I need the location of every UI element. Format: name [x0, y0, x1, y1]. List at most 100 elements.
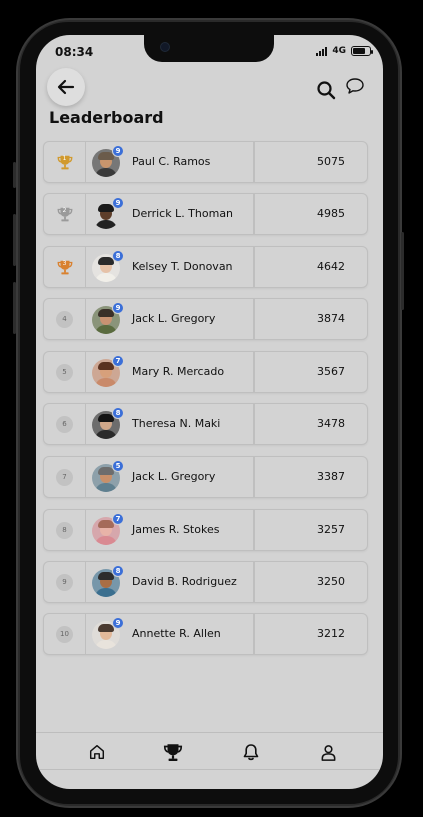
avatar[interactable]: 9 — [92, 197, 124, 229]
app-screen: 08:34 4G Leaderboard 1 9 Paul C. Ramos 5… — [36, 35, 383, 789]
trophy-icon — [163, 744, 183, 762]
rank-cell: 3 — [44, 247, 86, 287]
avatar[interactable]: 8 — [92, 407, 124, 439]
player-score: 3567 — [317, 365, 345, 378]
volume-up-button — [13, 214, 16, 266]
column-divider — [253, 562, 255, 602]
nav-leaderboard[interactable] — [162, 741, 184, 763]
page-title: Leaderboard — [49, 108, 164, 127]
column-divider — [253, 142, 255, 182]
chat-bubble-icon — [346, 78, 364, 94]
player-score: 4985 — [317, 207, 345, 220]
avatar[interactable]: 5 — [92, 460, 124, 492]
level-badge: 9 — [112, 145, 124, 157]
player-name: Theresa N. Maki — [132, 417, 221, 430]
arrow-left-icon — [57, 79, 75, 95]
home-icon — [89, 744, 105, 760]
leaderboard-row[interactable]: 4 9 Jack L. Gregory 3874 — [43, 298, 368, 340]
search-button[interactable] — [315, 79, 337, 101]
rank-badge: 8 — [56, 521, 73, 539]
leaderboard-row[interactable]: 10 9 Annette R. Allen 3212 — [43, 613, 368, 655]
signal-icon — [316, 46, 328, 56]
player-name: Paul C. Ramos — [132, 155, 211, 168]
player-score: 3478 — [317, 417, 345, 430]
column-divider — [253, 614, 255, 654]
leaderboard-row[interactable]: 9 8 David B. Rodriguez 3250 — [43, 561, 368, 603]
network-label: 4G — [332, 46, 346, 56]
rank-cell: 8 — [44, 510, 86, 550]
level-badge: 8 — [112, 250, 124, 262]
avatar[interactable]: 9 — [92, 145, 124, 177]
rank-badge: 9 — [56, 573, 73, 591]
chat-button[interactable] — [344, 75, 366, 97]
rank-cell: 9 — [44, 562, 86, 602]
avatar[interactable]: 8 — [92, 250, 124, 282]
battery-icon — [351, 46, 373, 56]
player-score: 3257 — [317, 523, 345, 536]
rank-cell: 7 — [44, 457, 86, 497]
player-name: James R. Stokes — [132, 523, 220, 536]
leaderboard-row[interactable]: 1 9 Paul C. Ramos 5075 — [43, 141, 368, 183]
player-score: 3250 — [317, 575, 345, 588]
nav-home[interactable] — [86, 741, 108, 763]
avatar[interactable]: 8 — [92, 565, 124, 597]
nav-notifications[interactable] — [240, 741, 262, 763]
leaderboard-row[interactable]: 5 7 Mary R. Mercado 3567 — [43, 351, 368, 393]
player-score: 5075 — [317, 155, 345, 168]
level-badge: 7 — [112, 355, 124, 367]
back-button[interactable] — [47, 68, 85, 106]
profile-icon — [321, 744, 335, 761]
mute-switch — [13, 162, 16, 188]
notch — [144, 35, 274, 62]
rank-badge: 6 — [56, 415, 73, 433]
level-badge: 8 — [112, 565, 124, 577]
column-divider — [253, 194, 255, 234]
player-name: Mary R. Mercado — [132, 365, 225, 378]
leaderboard-row[interactable]: 8 7 James R. Stokes 3257 — [43, 509, 368, 551]
player-name: Derrick L. Thoman — [132, 207, 234, 220]
rank-number: 1 — [62, 155, 67, 162]
avatar[interactable]: 7 — [92, 355, 124, 387]
level-badge: 9 — [112, 197, 124, 209]
column-divider — [253, 299, 255, 339]
leaderboard-row[interactable]: 7 5 Jack L. Gregory 3387 — [43, 456, 368, 498]
volume-down-button — [13, 282, 16, 334]
column-divider — [253, 457, 255, 497]
player-name: Annette R. Allen — [132, 627, 221, 640]
level-badge: 5 — [112, 460, 124, 472]
leaderboard-row[interactable]: 6 8 Theresa N. Maki 3478 — [43, 403, 368, 445]
rank-badge: 10 — [56, 625, 73, 643]
power-button — [401, 232, 404, 310]
player-name: Jack L. Gregory — [132, 312, 216, 325]
level-badge: 7 — [112, 513, 124, 525]
player-name: Kelsey T. Donovan — [132, 260, 233, 273]
leaderboard-row[interactable]: 3 8 Kelsey T. Donovan 4642 — [43, 246, 368, 288]
avatar[interactable]: 9 — [92, 617, 124, 649]
rank-cell: 10 — [44, 614, 86, 654]
front-camera — [160, 42, 170, 52]
rank-number: 3 — [62, 260, 67, 267]
rank-cell: 5 — [44, 352, 86, 392]
player-name: Jack L. Gregory — [132, 470, 216, 483]
player-score: 3212 — [317, 627, 345, 640]
avatar[interactable]: 7 — [92, 513, 124, 545]
rank-badge: 7 — [56, 468, 73, 486]
rank-badge: 5 — [56, 363, 73, 381]
column-divider — [253, 404, 255, 444]
rank-badge: 4 — [56, 310, 73, 328]
rank-cell: 1 — [44, 142, 86, 182]
search-icon — [317, 81, 336, 100]
leaderboard-row[interactable]: 2 9 Derrick L. Thoman 4985 — [43, 193, 368, 235]
player-score: 3387 — [317, 470, 345, 483]
nav-profile[interactable] — [317, 741, 339, 763]
status-time: 08:34 — [55, 45, 94, 59]
player-name: David B. Rodriguez — [132, 575, 237, 588]
rank-cell: 4 — [44, 299, 86, 339]
avatar[interactable]: 9 — [92, 302, 124, 334]
column-divider — [253, 247, 255, 287]
status-icons: 4G — [316, 46, 373, 56]
rank-cell: 2 — [44, 194, 86, 234]
rank-cell: 6 — [44, 404, 86, 444]
bottom-nav — [36, 732, 383, 770]
column-divider — [253, 510, 255, 550]
